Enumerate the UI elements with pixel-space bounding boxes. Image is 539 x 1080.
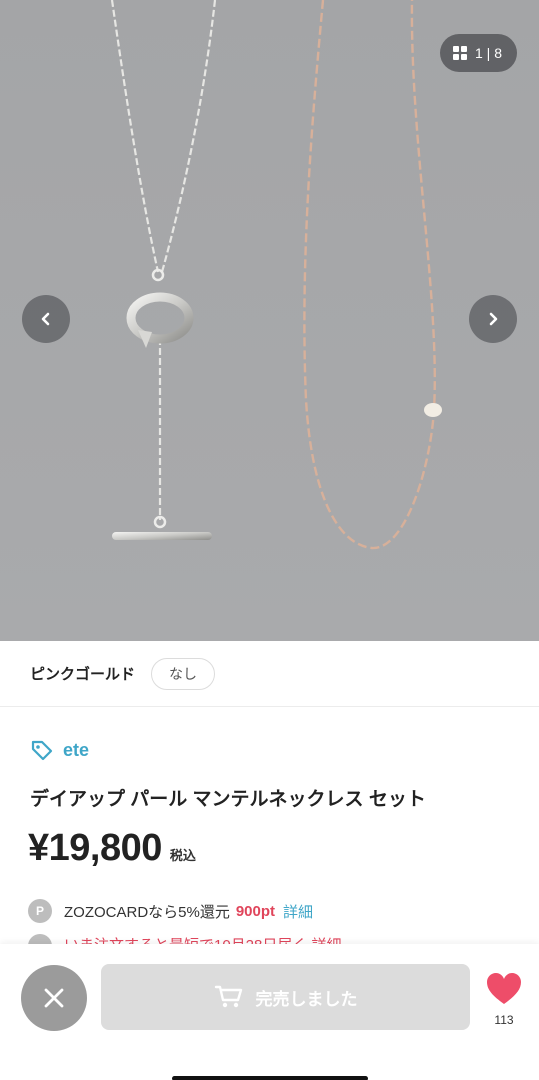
sold-out-button[interactable]: 完売しました xyxy=(101,964,470,1030)
cart-icon xyxy=(214,985,242,1008)
brand-link[interactable]: ete xyxy=(30,738,89,762)
points-detail-link[interactable]: 詳細 xyxy=(283,901,313,922)
points-text: ZOZOCARDなら5%還元 xyxy=(64,903,230,921)
close-button[interactable] xyxy=(21,965,87,1031)
stock-chip[interactable]: なし xyxy=(151,657,216,690)
brand-name: ete xyxy=(63,739,90,760)
product-photo xyxy=(0,0,539,641)
chevron-left-icon xyxy=(41,312,50,326)
chevron-right-icon xyxy=(489,312,498,326)
variant-row: ピンクゴールド なし xyxy=(0,641,539,707)
price-amount: ¥19,800 xyxy=(28,827,162,869)
points-row: P ZOZOCARDなら5%還元 900pt 詳細 xyxy=(28,899,313,923)
points-icon: P xyxy=(28,899,52,923)
favorite-button[interactable]: 113 xyxy=(484,972,524,1027)
bottom-action-bar: 完売しました 113 xyxy=(0,944,539,1080)
tag-icon xyxy=(31,740,53,761)
product-title: デイアップ パール マンテルネックレス セット xyxy=(30,789,426,810)
grid-icon xyxy=(453,46,467,60)
home-indicator xyxy=(172,1076,368,1080)
heart-icon xyxy=(487,973,521,1004)
points-value: 900pt xyxy=(235,902,276,920)
tax-label: 税込 xyxy=(169,848,196,863)
prev-image-button[interactable] xyxy=(22,295,70,343)
color-label: ピンクゴールド xyxy=(30,666,136,683)
product-image-gallery[interactable]: 1 | 8 xyxy=(0,0,539,641)
image-counter[interactable]: 1 | 8 xyxy=(440,34,517,72)
sold-out-label: 完売しました xyxy=(255,989,358,1009)
next-image-button[interactable] xyxy=(469,295,517,343)
image-counter-text: 1 | 8 xyxy=(475,45,502,61)
favorite-count: 113 xyxy=(494,1013,514,1027)
price: ¥19,800 税込 xyxy=(28,827,196,870)
close-icon xyxy=(44,988,64,1008)
